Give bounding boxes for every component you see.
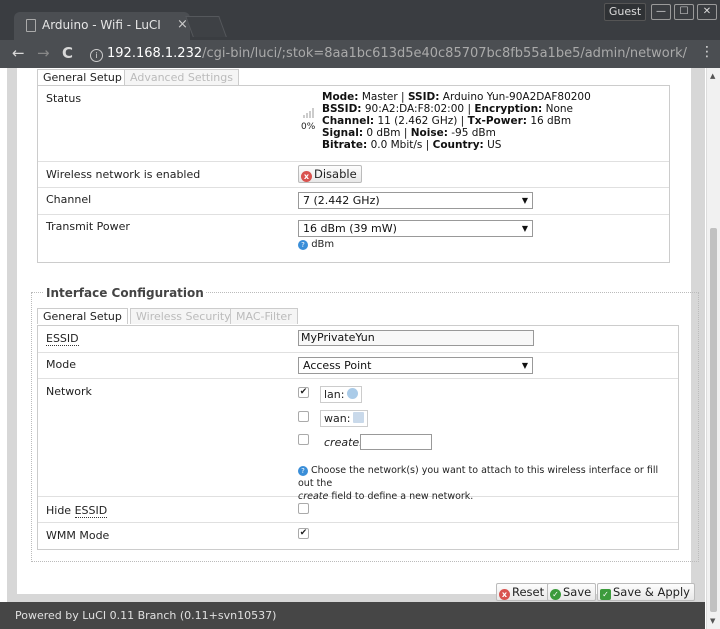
disable-icon: x (301, 171, 312, 182)
site-info-icon[interactable]: i (90, 49, 103, 62)
address-bar[interactable]: i 192.168.1.232/cgi-bin/luci/;stok=8aa1bc… (82, 43, 687, 65)
device-config-section: Status 0% Mode: Master | SSID: Arduino Y… (37, 85, 670, 263)
save-icon: ✓ (550, 589, 561, 600)
create-label: create: (324, 436, 363, 449)
scroll-up-icon[interactable]: ▲ (710, 72, 715, 80)
disable-button[interactable]: x Disable (298, 165, 362, 183)
browser-menu-icon[interactable]: ⋮ (700, 44, 714, 60)
help-icon: ? (298, 240, 308, 250)
enabled-label: Wireless network is enabled (46, 168, 201, 181)
lan-network-icon (347, 388, 359, 399)
url-path: /cgi-bin/luci/;stok=8aa1bc613d5e40c85707… (202, 46, 687, 61)
scrollbar-thumb[interactable] (710, 228, 717, 612)
wmm-checkbox[interactable]: ✔ (298, 528, 309, 539)
txpower-select[interactable]: 16 dBm (39 mW) ▼ (298, 220, 533, 237)
hide-essid-checkbox[interactable] (298, 503, 309, 514)
channel-label: Channel (46, 193, 92, 206)
wmm-label: WMM Mode (46, 529, 110, 542)
status-label: Status (46, 92, 82, 105)
scroll-down-icon[interactable]: ▼ (710, 617, 715, 625)
channel-row: Channel 7 (2.442 GHz) ▼ (38, 187, 669, 215)
reset-icon: x (499, 589, 510, 600)
browser-tab[interactable]: Arduino - Wifi - LuCI × (14, 12, 190, 40)
tab-mac-filter[interactable]: MAC-Filter (230, 308, 298, 324)
footer-text: Powered by LuCI 0.11 Branch (0.11+svn105… (15, 609, 277, 622)
guest-profile-button[interactable]: Guest (604, 3, 646, 21)
reload-icon[interactable]: C (62, 45, 73, 61)
save-button[interactable]: ✓ Save (547, 583, 597, 601)
help-icon: ? (298, 466, 308, 476)
tab-general-setup-iface[interactable]: General Setup (37, 308, 128, 324)
mode-select[interactable]: Access Point ▼ (298, 357, 533, 374)
wan-option: wan: (320, 410, 369, 427)
tab-wireless-security[interactable]: Wireless Security (130, 308, 237, 324)
lan-option: lan: (320, 386, 363, 403)
apply-icon: ✓ (600, 589, 611, 600)
browser-titlebar: Arduino - Wifi - LuCI × Guest — ☐ ✕ (0, 0, 720, 40)
page-icon (26, 19, 36, 32)
hide-essid-label: Hide ESSID (46, 504, 108, 518)
create-network-input[interactable] (360, 434, 432, 450)
txpower-label: Transmit Power (46, 220, 130, 233)
channel-select[interactable]: 7 (2.442 GHz) ▼ (298, 192, 533, 209)
mode-row: Mode Access Point ▼ (38, 352, 678, 379)
essid-input[interactable]: MyPrivateYun (298, 330, 534, 346)
wan-network-icon (353, 412, 365, 423)
interface-config-section: ESSID MyPrivateYun Mode Access Point ▼ Ne… (37, 325, 679, 550)
maximize-icon[interactable]: ☐ (674, 4, 694, 20)
wmm-row: WMM Mode ✔ (38, 522, 678, 548)
page-footer: Powered by LuCI 0.11 Branch (0.11+svn105… (0, 602, 705, 629)
wan-checkbox[interactable] (298, 411, 309, 422)
signal-strength-icon (303, 108, 315, 118)
essid-label: ESSID (46, 332, 79, 346)
status-details: Mode: Master | SSID: Arduino Yun-90A2DAF… (322, 91, 591, 151)
network-label: Network (46, 385, 92, 398)
txpower-hint: ? dBm (298, 239, 334, 250)
interface-config-legend: Interface Configuration (44, 286, 206, 300)
url-host: 192.168.1.232 (107, 46, 203, 61)
page-frame: General Setup Advanced Settings Status 0… (7, 68, 705, 629)
browser-toolbar: ← → C i 192.168.1.232/cgi-bin/luci/;stok=… (0, 40, 720, 68)
status-row: Status 0% Mode: Master | SSID: Arduino Y… (38, 86, 669, 162)
close-window-icon[interactable]: ✕ (697, 4, 717, 20)
txpower-row: Transmit Power 16 dBm (39 mW) ▼ ? dBm (38, 214, 669, 260)
tab-general-setup[interactable]: General Setup (37, 69, 128, 85)
page-viewport: General Setup Advanced Settings Status 0… (0, 68, 720, 629)
save-apply-button[interactable]: ✓ Save & Apply (597, 583, 695, 601)
tab-title: Arduino - Wifi - LuCI (42, 18, 161, 32)
hide-essid-row: Hide ESSID (38, 496, 678, 523)
reset-button[interactable]: x Reset (496, 583, 550, 601)
enabled-row: Wireless network is enabled x Disable (38, 161, 669, 188)
new-tab-button[interactable] (185, 16, 227, 37)
create-checkbox[interactable] (298, 434, 309, 445)
main-content: General Setup Advanced Settings Status 0… (17, 68, 699, 601)
essid-row: ESSID MyPrivateYun (38, 326, 678, 353)
forward-icon[interactable]: → (37, 45, 50, 61)
back-icon[interactable]: ← (12, 45, 25, 61)
network-row: Network ✔ lan: wan: create: ? Choose the… (38, 378, 678, 502)
page-scrollbar[interactable]: ▲ ▼ (706, 68, 720, 629)
mode-label: Mode (46, 358, 76, 371)
minimize-icon[interactable]: — (651, 4, 671, 20)
lan-checkbox[interactable]: ✔ (298, 387, 309, 398)
signal-percent: 0% (301, 122, 316, 132)
tab-advanced-settings[interactable]: Advanced Settings (124, 69, 239, 85)
